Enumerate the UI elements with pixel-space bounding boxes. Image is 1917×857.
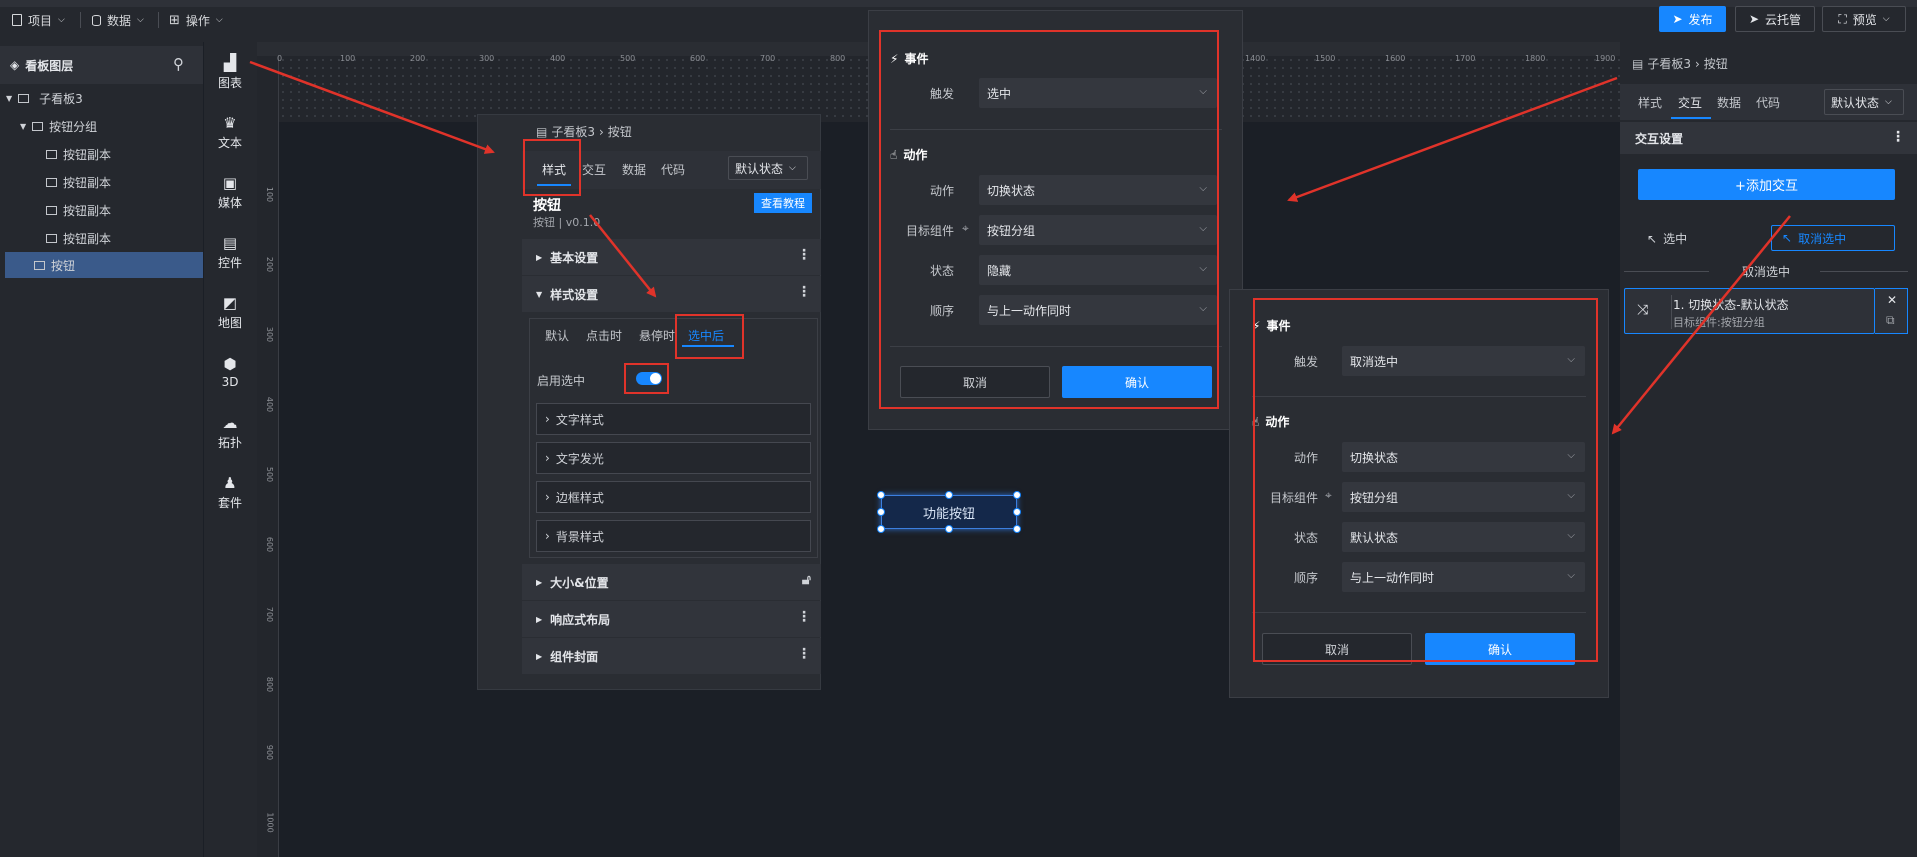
arrow-to-dialog-selected xyxy=(1287,76,1618,202)
arrow-to-dialog-unselected xyxy=(1611,215,1791,435)
annotation-arrows xyxy=(249,60,1791,435)
arrow-to-style-settings xyxy=(589,214,657,298)
arrow-to-style-tab xyxy=(249,60,495,154)
